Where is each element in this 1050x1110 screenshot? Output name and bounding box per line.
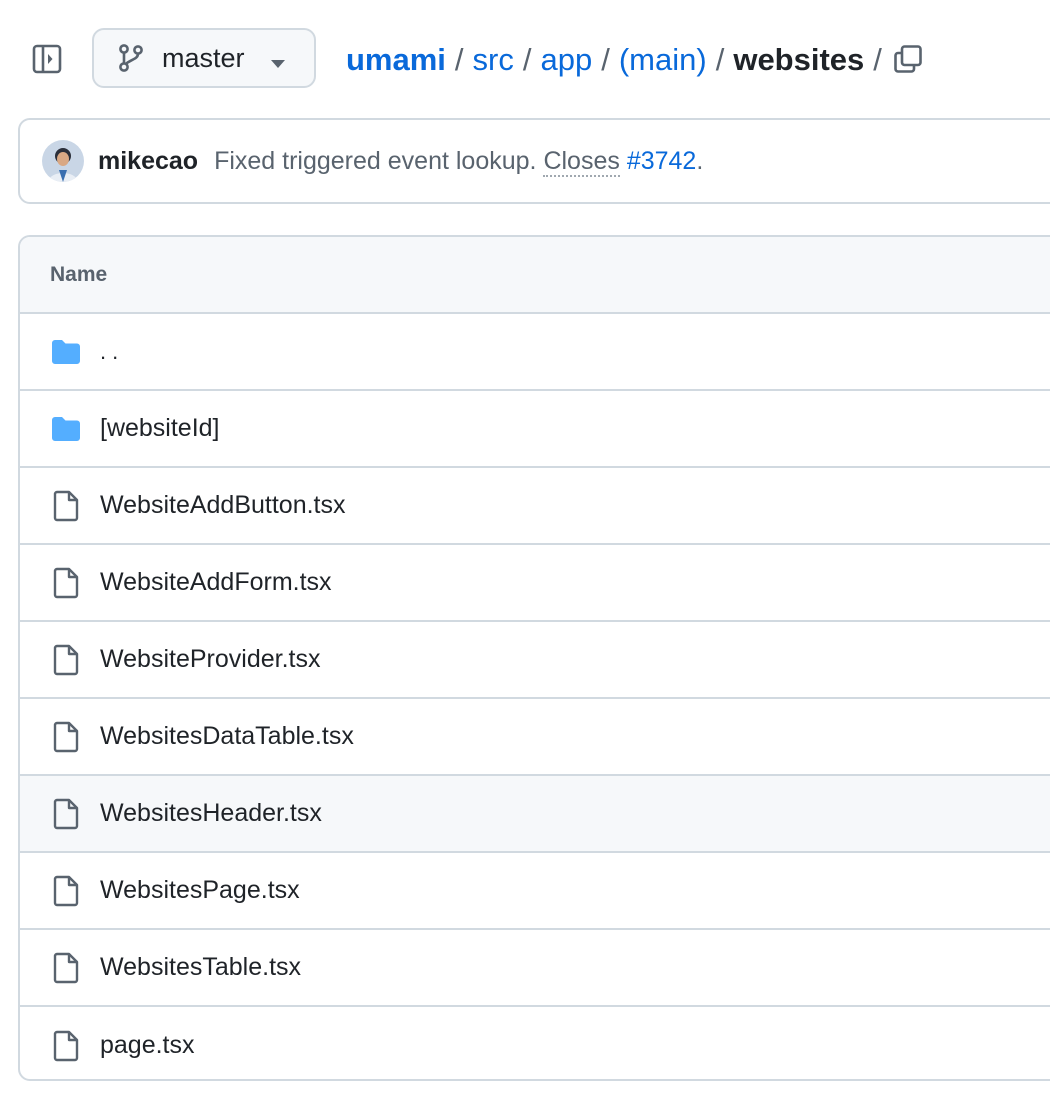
file-name-link[interactable]: page.tsx [100,1031,195,1060]
table-row[interactable]: page.tsx [20,1007,1050,1079]
commit-message: Fixed triggered event lookup. Closes #37… [214,146,704,177]
table-header: Name [20,237,1050,314]
breadcrumb-link-app[interactable]: app [541,42,593,78]
folder-icon [50,413,82,445]
copy-path-button[interactable] [890,41,926,77]
table-row[interactable]: WebsitesDataTable.tsx [20,699,1050,776]
commit-issue-link[interactable]: #3742 [627,147,697,175]
table-row[interactable]: [websiteId] [20,391,1050,468]
copy-icon [894,45,922,73]
file-name-link[interactable]: WebsitesTable.tsx [100,953,301,982]
parent-directory-row[interactable]: .. [20,314,1050,391]
table-row[interactable]: WebsiteProvider.tsx [20,622,1050,699]
breadcrumb-repo-link[interactable]: umami [346,42,446,78]
sidebar-toggle-button[interactable] [30,42,64,76]
sidebar-expand-icon [32,44,62,74]
file-table: Name .. [websiteId] WebsiteAddButton.tsx We… [18,235,1050,1081]
file-icon [50,1030,82,1062]
file-icon [50,490,82,522]
breadcrumb-separator: / [601,42,610,77]
commit-author-link[interactable]: mikecao [98,147,198,176]
file-list: .. [websiteId] WebsiteAddButton.tsx Website… [20,314,1050,1079]
folder-icon [50,336,82,368]
folder-name-link[interactable]: .. [100,339,124,365]
file-icon [50,644,82,676]
breadcrumb-separator: / [522,42,532,77]
branch-name: master [162,42,245,73]
triangle-down-icon [270,56,286,68]
table-row[interactable]: WebsitesPage.tsx [20,853,1050,930]
breadcrumb-link-src[interactable]: src [473,42,514,78]
breadcrumb-link-main[interactable]: (main) [619,42,707,78]
commit-message-text[interactable]: Fixed triggered event lookup. [214,147,536,175]
git-branch-icon [118,43,146,73]
table-row[interactable]: WebsiteAddButton.tsx [20,468,1050,545]
table-row[interactable]: WebsitesTable.tsx [20,930,1050,1007]
file-name-link[interactable]: WebsitesDataTable.tsx [100,722,354,751]
breadcrumb-current: websites [733,42,865,77]
file-name-link[interactable]: WebsiteProvider.tsx [100,645,320,674]
file-icon [50,567,82,599]
breadcrumb-trailing-separator: / [873,42,882,77]
breadcrumb-separator: / [715,42,725,77]
repo-header: master umami / src / app / (main) / webs… [0,0,1050,118]
branch-selector-button[interactable]: master [92,28,316,88]
file-name-link[interactable]: WebsitesHeader.tsx [100,799,322,828]
breadcrumb-separator: / [454,42,464,77]
commit-end-punct: . [696,146,704,175]
file-icon [50,798,82,830]
avatar[interactable] [42,140,84,182]
file-name-link[interactable]: WebsitesPage.tsx [100,876,300,905]
table-row[interactable]: WebsitesHeader.tsx [20,776,1050,853]
commit-closes-label[interactable]: Closes [543,146,620,177]
column-header-name: Name [50,262,108,286]
file-icon [50,721,82,753]
breadcrumb: umami / src / app / (main) / websites / [346,38,891,82]
latest-commit-bar: mikecao Fixed triggered event lookup. Cl… [18,118,1050,204]
file-name-link[interactable]: WebsiteAddButton.tsx [100,491,346,520]
file-name-link[interactable]: WebsiteAddForm.tsx [100,568,332,597]
file-icon [50,952,82,984]
table-row[interactable]: WebsiteAddForm.tsx [20,545,1050,622]
folder-name-link[interactable]: [websiteId] [100,414,220,443]
file-icon [50,875,82,907]
